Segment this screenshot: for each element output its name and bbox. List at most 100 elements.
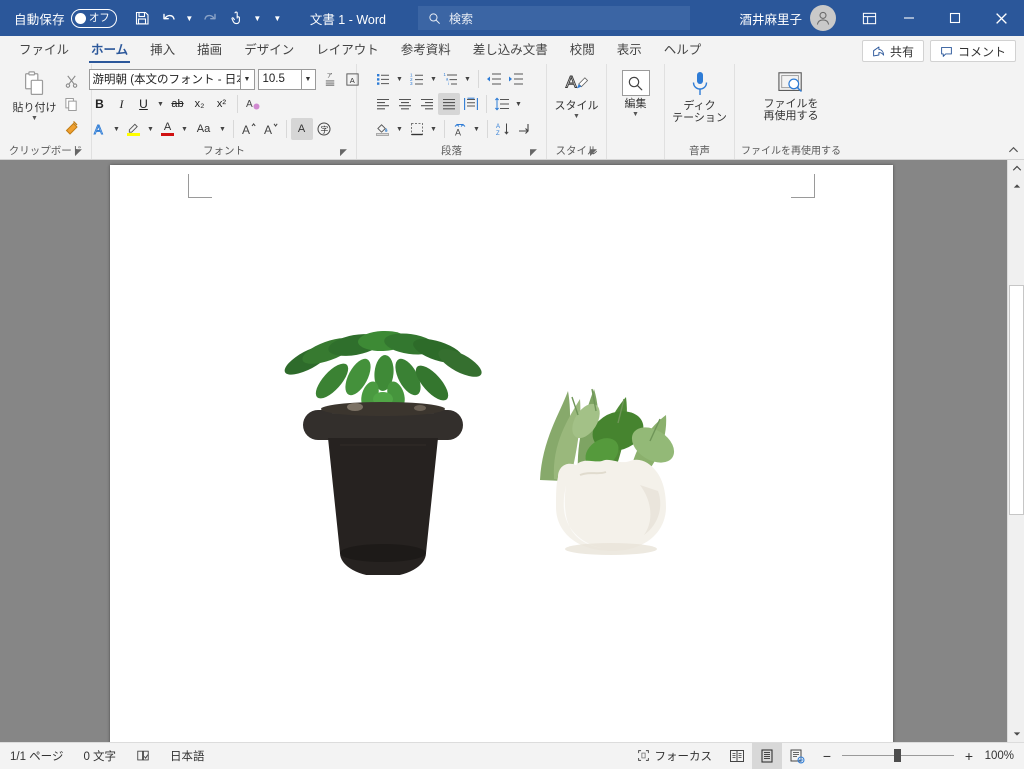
copy-button[interactable]: [61, 93, 83, 115]
zoom-slider-thumb[interactable]: [894, 749, 901, 762]
font-size-input[interactable]: 10.5: [258, 69, 302, 90]
bold-button[interactable]: B: [89, 93, 111, 115]
tab-insert[interactable]: 挿入: [139, 37, 186, 64]
font-color-dropdown-icon[interactable]: ▼: [179, 118, 191, 140]
font-dialog-launcher[interactable]: ◤: [338, 147, 349, 158]
tab-help[interactable]: ヘルプ: [653, 37, 713, 64]
collapse-ribbon-button[interactable]: [1006, 143, 1020, 157]
tab-file[interactable]: ファイル: [8, 37, 80, 64]
numbering-button[interactable]: 123: [406, 68, 428, 90]
numbering-dropdown-icon[interactable]: ▼: [428, 68, 440, 90]
save-button[interactable]: [129, 5, 155, 31]
web-layout-button[interactable]: [782, 743, 812, 769]
zoom-out-button[interactable]: −: [820, 748, 834, 764]
text-effects-dropdown-icon[interactable]: ▼: [111, 118, 123, 140]
increase-indent-button[interactable]: [505, 68, 527, 90]
autosave-control[interactable]: 自動保存 オフ: [14, 9, 117, 28]
document-area[interactable]: ¶: [0, 160, 1024, 742]
vertical-scrollbar[interactable]: [1007, 160, 1024, 742]
focus-mode-button[interactable]: フォーカス: [627, 743, 723, 769]
tab-layout[interactable]: レイアウト: [305, 37, 390, 64]
dictate-button[interactable]: ディク テーション: [669, 67, 731, 124]
change-case-dropdown-icon[interactable]: ▼: [217, 118, 229, 140]
print-layout-button[interactable]: [752, 743, 782, 769]
line-spacing-dropdown-icon[interactable]: ▼: [513, 93, 525, 115]
editing-dropdown-icon[interactable]: ▼: [632, 111, 639, 118]
language-status[interactable]: 日本語: [160, 743, 215, 769]
read-mode-button[interactable]: [722, 743, 752, 769]
page-number-status[interactable]: 1/1 ページ: [0, 743, 73, 769]
subscript-button[interactable]: x₂: [189, 93, 211, 115]
zoom-in-button[interactable]: +: [962, 748, 976, 764]
align-right-button[interactable]: [416, 93, 438, 115]
customize-qat-icon[interactable]: ▼: [271, 5, 284, 31]
paste-dropdown-icon[interactable]: ▼: [31, 115, 38, 122]
font-name-dropdown-icon[interactable]: ▼: [241, 69, 255, 90]
cut-button[interactable]: [61, 70, 83, 92]
share-button[interactable]: 共有: [862, 40, 924, 62]
word-count-status[interactable]: 0 文字: [73, 743, 126, 769]
zoom-level-label[interactable]: 100%: [984, 750, 1024, 762]
avatar[interactable]: [810, 5, 836, 31]
change-case-button[interactable]: Aa: [191, 118, 217, 140]
reuse-files-button[interactable]: ファイルを 再使用する: [741, 67, 841, 122]
scrollbar-collapse-icon[interactable]: [1008, 160, 1024, 177]
search-box[interactable]: 検索: [418, 6, 690, 30]
font-size-dropdown-icon[interactable]: ▼: [302, 69, 316, 90]
phonetic-asian-button[interactable]: A: [449, 118, 471, 140]
shading-button[interactable]: [372, 118, 394, 140]
editing-button[interactable]: 編集 ▼: [608, 67, 664, 118]
touch-mouse-mode-button[interactable]: [224, 5, 250, 31]
strikethrough-button[interactable]: ab: [167, 93, 189, 115]
paragraph-dialog-launcher[interactable]: ◤: [528, 147, 539, 158]
styles-dropdown-icon[interactable]: ▼: [573, 113, 580, 120]
undo-dropdown-icon[interactable]: ▼: [183, 5, 196, 31]
minimize-button[interactable]: [886, 0, 932, 36]
italic-button[interactable]: I: [111, 93, 133, 115]
scrollbar-thumb[interactable]: [1009, 285, 1024, 515]
bullets-dropdown-icon[interactable]: ▼: [394, 68, 406, 90]
distribute-button[interactable]: [460, 93, 482, 115]
tab-draw[interactable]: 描画: [186, 37, 233, 64]
superscript-button[interactable]: x²: [211, 93, 233, 115]
align-left-button[interactable]: [372, 93, 394, 115]
sort-button[interactable]: AZ: [492, 118, 514, 140]
bullets-button[interactable]: [372, 68, 394, 90]
tab-design[interactable]: デザイン: [233, 37, 305, 64]
undo-button[interactable]: [156, 5, 182, 31]
close-button[interactable]: [978, 0, 1024, 36]
clipboard-dialog-launcher[interactable]: ◤: [73, 147, 84, 158]
paste-button[interactable]: 貼り付け ▼: [9, 67, 61, 122]
document-page[interactable]: ¶: [110, 165, 893, 742]
decrease-indent-button[interactable]: [483, 68, 505, 90]
phonetic-guide-button[interactable]: ア: [320, 68, 342, 90]
tab-view[interactable]: 表示: [606, 37, 653, 64]
zoom-slider-track[interactable]: [842, 755, 954, 756]
text-highlight-button[interactable]: [123, 118, 145, 140]
image-leafy-plant-in-white-pot[interactable]: [520, 335, 700, 565]
multilevel-list-dropdown-icon[interactable]: ▼: [462, 68, 474, 90]
font-color-button[interactable]: A: [157, 118, 179, 140]
styles-dialog-launcher[interactable]: ◤: [588, 147, 599, 158]
maximize-button[interactable]: [932, 0, 978, 36]
ribbon-display-options-button[interactable]: [852, 0, 886, 36]
scroll-down-button[interactable]: [1008, 725, 1024, 742]
tab-references[interactable]: 参考資料: [390, 37, 462, 64]
phonetic-asian-dropdown-icon[interactable]: ▼: [471, 118, 483, 140]
borders-button[interactable]: [406, 118, 428, 140]
proofing-status[interactable]: [126, 743, 160, 769]
scroll-up-button[interactable]: [1008, 177, 1024, 194]
text-effects-button[interactable]: A: [89, 118, 111, 140]
format-painter-button[interactable]: [61, 116, 83, 138]
highlight-dropdown-icon[interactable]: ▼: [145, 118, 157, 140]
align-center-button[interactable]: [394, 93, 416, 115]
comments-button[interactable]: コメント: [930, 40, 1016, 62]
clear-formatting-button[interactable]: A: [242, 93, 264, 115]
enclose-characters-button[interactable]: 字: [313, 118, 335, 140]
borders-dropdown-icon[interactable]: ▼: [428, 118, 440, 140]
align-justify-button[interactable]: [438, 93, 460, 115]
shrink-font-button[interactable]: A: [260, 118, 282, 140]
shading-dropdown-icon[interactable]: ▼: [394, 118, 406, 140]
grow-font-button[interactable]: A: [238, 118, 260, 140]
redo-button[interactable]: [197, 5, 223, 31]
